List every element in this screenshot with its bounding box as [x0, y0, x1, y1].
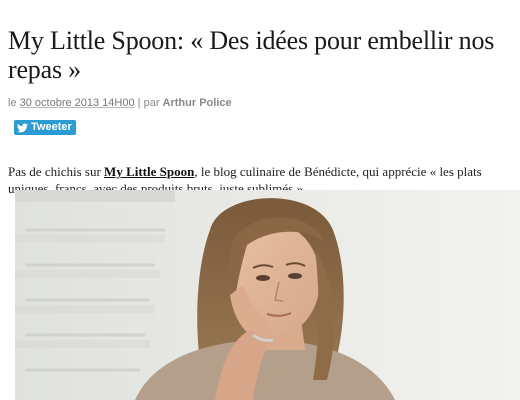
byline-prefix: le — [8, 97, 20, 109]
tweet-button[interactable]: Tweeter — [14, 120, 76, 135]
article-photo — [15, 190, 520, 400]
twitter-bird-icon — [17, 122, 28, 132]
blog-link[interactable]: My Little Spoon — [104, 164, 194, 179]
byline-separator: | par — [134, 97, 163, 109]
article-title: My Little Spoon: « Des idées pour embell… — [8, 26, 495, 84]
article-byline: le 30 octobre 2013 14H00 | par Arthur Po… — [8, 97, 232, 109]
intro-before: Pas de chichis sur — [8, 164, 105, 179]
byline-author[interactable]: Arthur Police — [163, 97, 232, 109]
byline-date[interactable]: 30 octobre 2013 14H00 — [20, 97, 135, 109]
tweet-button-label: Tweeter — [31, 121, 72, 133]
